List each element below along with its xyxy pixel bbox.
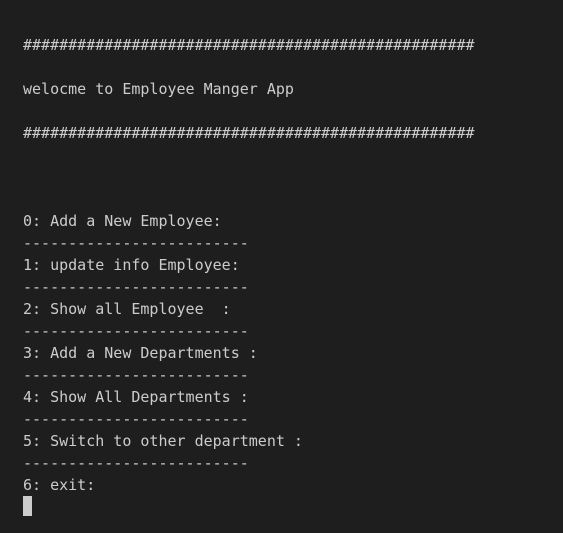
- menu-separator: -------------------------: [23, 278, 249, 296]
- menu-option-4: 4: Show All Departments :: [23, 388, 249, 406]
- terminal-output: ########################################…: [0, 0, 563, 533]
- menu-option-2: 2: Show all Employee :: [23, 300, 231, 318]
- menu-option-3: 3: Add a New Departments :: [23, 344, 258, 362]
- menu-separator: -------------------------: [23, 410, 249, 428]
- input-cursor[interactable]: [23, 496, 32, 516]
- menu-separator: -------------------------: [23, 454, 249, 472]
- banner-top: ########################################…: [23, 36, 475, 54]
- menu-separator: -------------------------: [23, 234, 249, 252]
- menu-option-5: 5: Switch to other department :: [23, 432, 303, 450]
- menu-option-0: 0: Add a New Employee:: [23, 212, 222, 230]
- welcome-message: welocme to Employee Manger App: [23, 80, 294, 98]
- menu-option-6: 6: exit:: [23, 476, 96, 494]
- banner-bottom: ########################################…: [23, 124, 475, 142]
- menu-option-1: 1: update info Employee:: [23, 256, 240, 274]
- menu-separator: -------------------------: [23, 322, 249, 340]
- menu-separator: -------------------------: [23, 366, 249, 384]
